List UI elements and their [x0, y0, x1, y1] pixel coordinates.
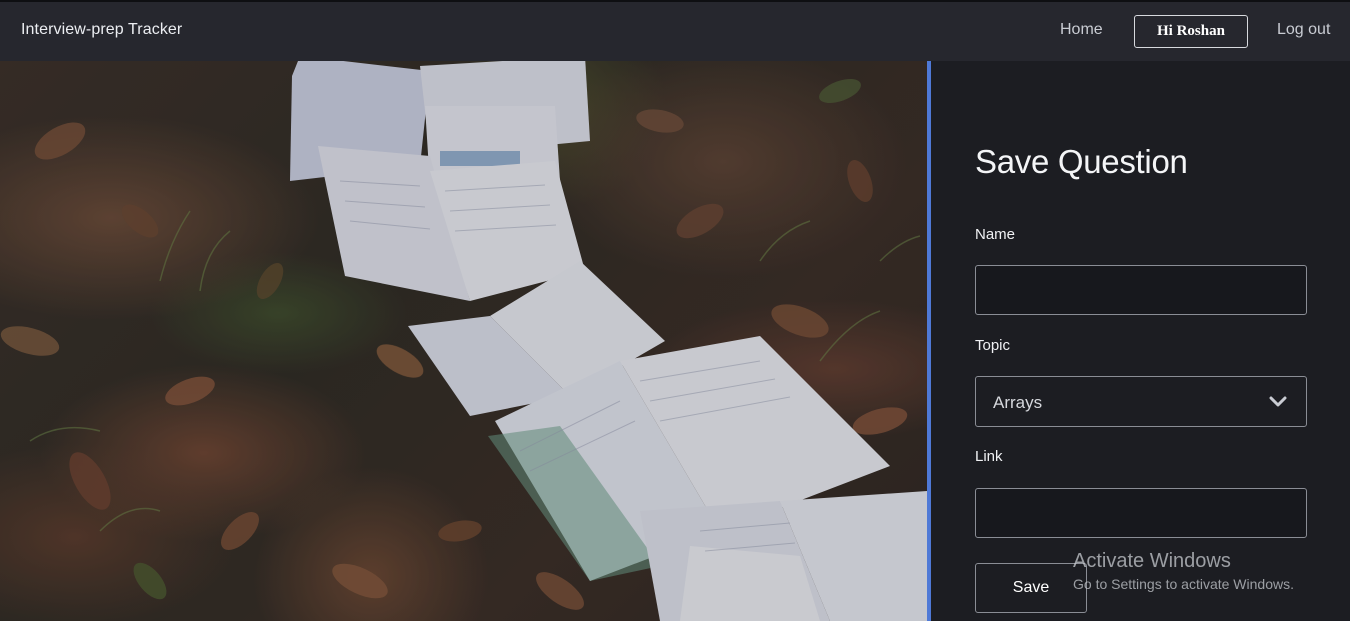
nav-home-link[interactable]: Home: [1060, 21, 1103, 39]
name-input[interactable]: [975, 265, 1307, 315]
topic-selected-value: Arrays: [993, 393, 1043, 412]
user-greeting-button[interactable]: Hi Roshan: [1134, 15, 1248, 48]
app-brand[interactable]: Interview-prep Tracker: [21, 21, 182, 39]
link-label: Link: [975, 448, 1003, 465]
form-title: Save Question: [975, 143, 1188, 180]
hero-books-illustration: [0, 61, 927, 621]
chevron-down-icon: [1269, 395, 1287, 413]
activate-windows-title: Activate Windows: [1073, 550, 1231, 572]
hero-books-image: [0, 61, 927, 621]
activate-windows-subtitle: Go to Settings to activate Windows.: [1073, 576, 1294, 592]
topic-label: Topic: [975, 337, 1011, 354]
name-label: Name: [975, 226, 1016, 243]
topic-select[interactable]: Arrays: [975, 376, 1307, 427]
nav-logout-link[interactable]: Log out: [1277, 21, 1330, 39]
top-navbar: Interview-prep Tracker Home Hi Roshan Lo…: [0, 0, 1350, 61]
save-button[interactable]: Save: [975, 563, 1087, 613]
link-input[interactable]: [975, 488, 1307, 538]
